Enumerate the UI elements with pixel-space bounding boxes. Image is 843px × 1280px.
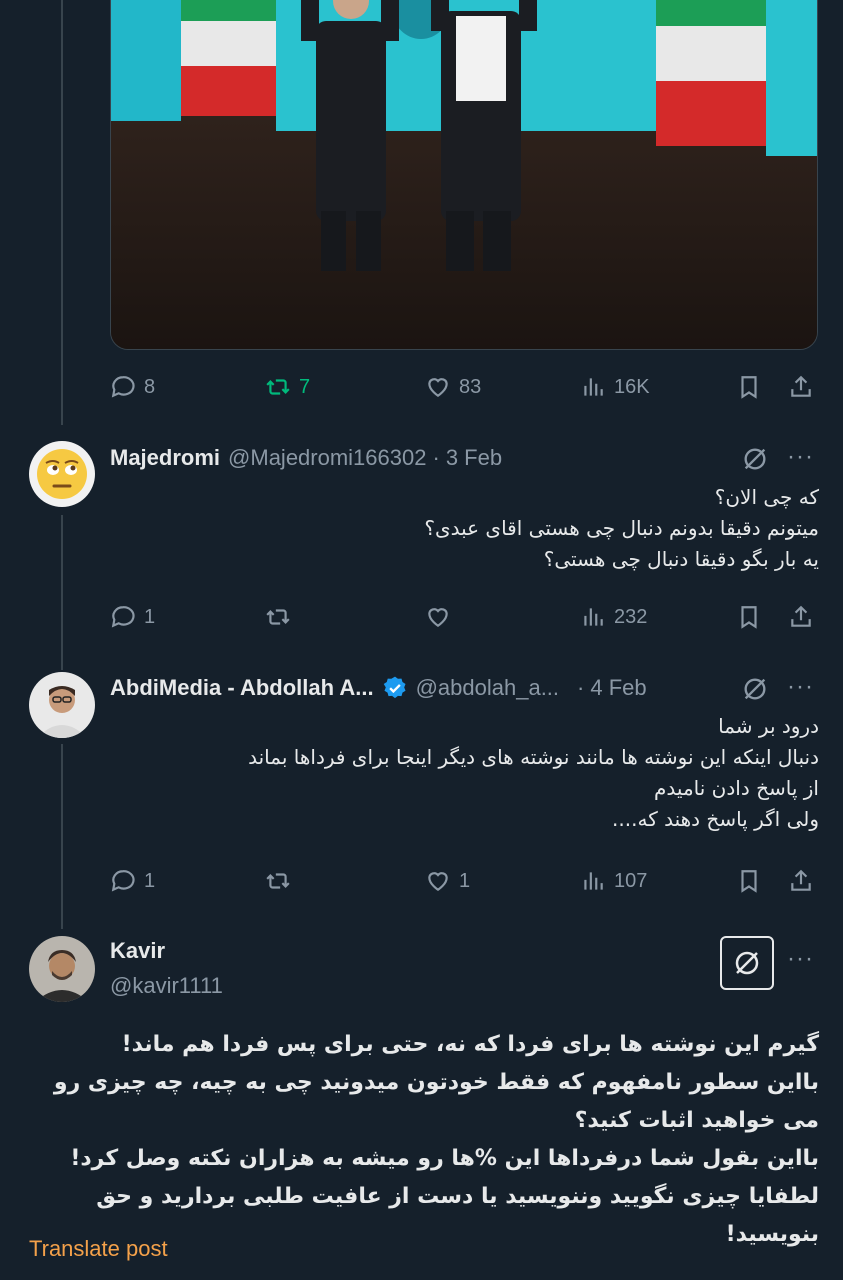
reply1-body: که چی الان؟ میتونم دقیقا بدونم دنبال چی … [424,482,819,575]
share-icon [791,605,811,627]
user-handle[interactable]: @abdolah_a... [416,675,559,701]
share-button[interactable] [788,367,814,407]
translate-post-link[interactable]: Translate post [29,1236,168,1262]
reply-icon [111,606,135,628]
post-date[interactable]: 4 Feb [590,675,646,701]
bookmark-button[interactable] [736,597,762,637]
grok-icon [735,951,759,975]
like-count: 1 [459,869,471,892]
thread-line-2 [61,744,63,929]
repost-button[interactable]: 7 [265,367,310,407]
grok-button[interactable] [741,675,769,703]
views-icon [584,608,603,626]
like-button[interactable]: 83 [425,367,481,407]
reply3-line: گیرم این نوشته ها برای فردا که نه، حتی ب… [121,1032,819,1057]
avatar[interactable] [29,936,95,1002]
like-button[interactable] [425,597,459,637]
user-name[interactable]: Kavir [110,938,165,964]
thread-line-top [61,0,63,425]
reply3-line: بااین سطور نامفهوم که فقط خودتون میدونید… [53,1070,819,1133]
bookmark-button[interactable] [736,861,762,901]
reply2-header: AbdiMedia - Abdollah A... @abdolah_a... … [110,671,647,705]
more-button[interactable]: ··· [787,443,814,471]
user-name[interactable]: Majedromi [110,445,220,471]
share-button[interactable] [788,597,814,637]
reply-count: 1 [144,605,156,628]
reply2-line: ولی اگر پاسخ دهند که.... [612,807,819,831]
reply-icon [111,376,135,398]
grok-button[interactable] [741,445,769,473]
reply3-name-line: Kavir [110,934,165,968]
avatar[interactable] [29,672,95,738]
reply2-actions: 1 1 107 [110,861,816,901]
bookmark-button[interactable] [736,367,762,407]
profile-photo [29,672,95,738]
repost-icon [266,379,290,395]
reply1-actions: 1 232 [110,597,816,637]
reply-button[interactable]: 8 [110,367,155,407]
user-name[interactable]: AbdiMedia - Abdollah A... [110,675,374,701]
like-button[interactable]: 1 [425,861,470,901]
reply2-body: درود بر شما دنبال اینکه این نوشته ها مان… [248,711,819,835]
separator-dot: · [577,675,585,700]
reply2-line: درود بر شما [718,714,819,738]
more-button[interactable]: ··· [787,945,814,973]
emoji-avatar-icon [29,441,95,507]
repost-count: 7 [299,375,311,398]
more-button[interactable]: ··· [787,673,814,701]
like-icon [428,872,448,891]
grok-icon [744,678,766,700]
post-image-illustration [111,0,817,349]
reply2-line: از پاسخ دادن نامیدم [654,776,819,800]
reply1-line: یه بار بگو دقیقا دنبال چی هستی؟ [543,547,819,571]
views-button[interactable]: 107 [580,861,647,901]
views-icon [584,872,603,890]
reply2-line: دنبال اینکه این نوشته ها مانند نوشته های… [248,745,819,769]
views-count: 232 [614,605,648,628]
views-count: 107 [614,869,648,892]
thread-line-1 [61,515,63,670]
reply3-body: گیرم این نوشته ها برای فردا که نه، حتی ب… [30,1026,819,1254]
user-handle[interactable]: @Majedromi166302 [228,445,426,471]
reply1-header: Majedromi @Majedromi166302 · 3 Feb [110,441,502,475]
bookmark-icon [741,870,757,893]
reply1-line: میتونم دقیقا بدونم دنبال چی هستی اقای عب… [424,516,819,540]
grok-icon [744,448,766,470]
separator-dot: · [432,445,440,470]
post-date[interactable]: 3 Feb [446,445,502,471]
views-button[interactable]: 16K [580,367,650,407]
grok-button[interactable] [720,936,774,990]
repost-icon [266,873,290,889]
like-icon [428,378,448,397]
post-actions: 8 7 83 16K [110,367,816,407]
reply3-handle-line: @kavir1111 [110,969,223,1003]
reply-icon [111,870,135,892]
views-icon [584,378,603,396]
like-icon [428,608,448,627]
reply-count: 1 [144,869,156,892]
share-icon [791,375,811,397]
reply-button[interactable]: 1 [110,861,155,901]
share-button[interactable] [788,861,814,901]
avatar[interactable] [29,441,95,507]
reply-button[interactable]: 1 [110,597,155,637]
user-handle[interactable]: @kavir1111 [110,973,223,999]
reply3-line: بااین بقول شما درفرداها این %ها رو میشه … [70,1146,819,1171]
post-image[interactable] [110,0,818,350]
reply-count: 8 [144,375,156,398]
bookmark-icon [741,376,757,399]
views-count: 16K [614,375,650,398]
repost-button[interactable] [265,861,299,901]
profile-photo [29,936,95,1002]
like-count: 83 [459,375,482,398]
reply1-line: که چی الان؟ [714,485,819,509]
repost-button[interactable] [265,597,299,637]
share-icon [791,869,811,891]
bookmark-icon [741,606,757,629]
verified-icon [382,675,408,701]
views-button[interactable]: 232 [580,597,647,637]
repost-icon [266,609,290,625]
